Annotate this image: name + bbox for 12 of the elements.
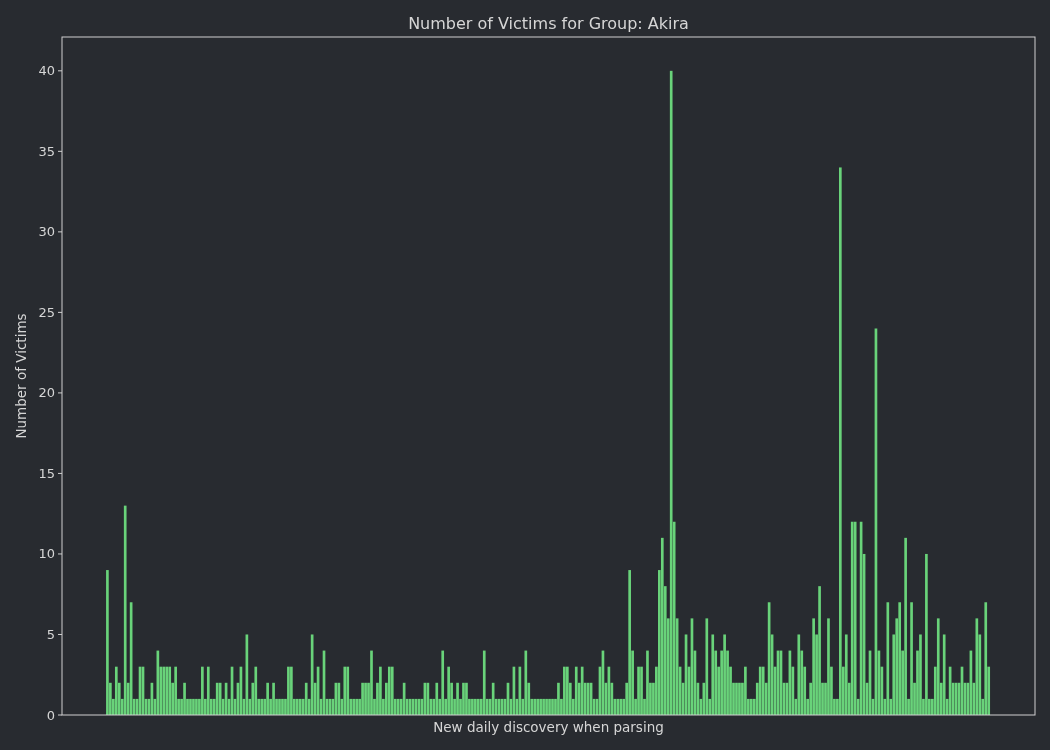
tick-label: 40 [38,63,55,79]
chart-title: Number of Victims for Group: Akira [408,14,689,33]
tick-label: 15 [38,465,55,481]
tick-label: 5 [46,627,55,642]
tick-label: 25 [38,304,55,320]
tick-label: 20 [38,385,55,401]
tick-label: 35 [38,143,55,159]
tick-label: 10 [38,546,55,562]
y-axis-label: Number of Victims [13,313,29,439]
x-axis-label: New daily discovery when parsing [433,719,664,735]
tick-label: 30 [38,224,55,240]
tick-label: 0 [46,707,55,723]
